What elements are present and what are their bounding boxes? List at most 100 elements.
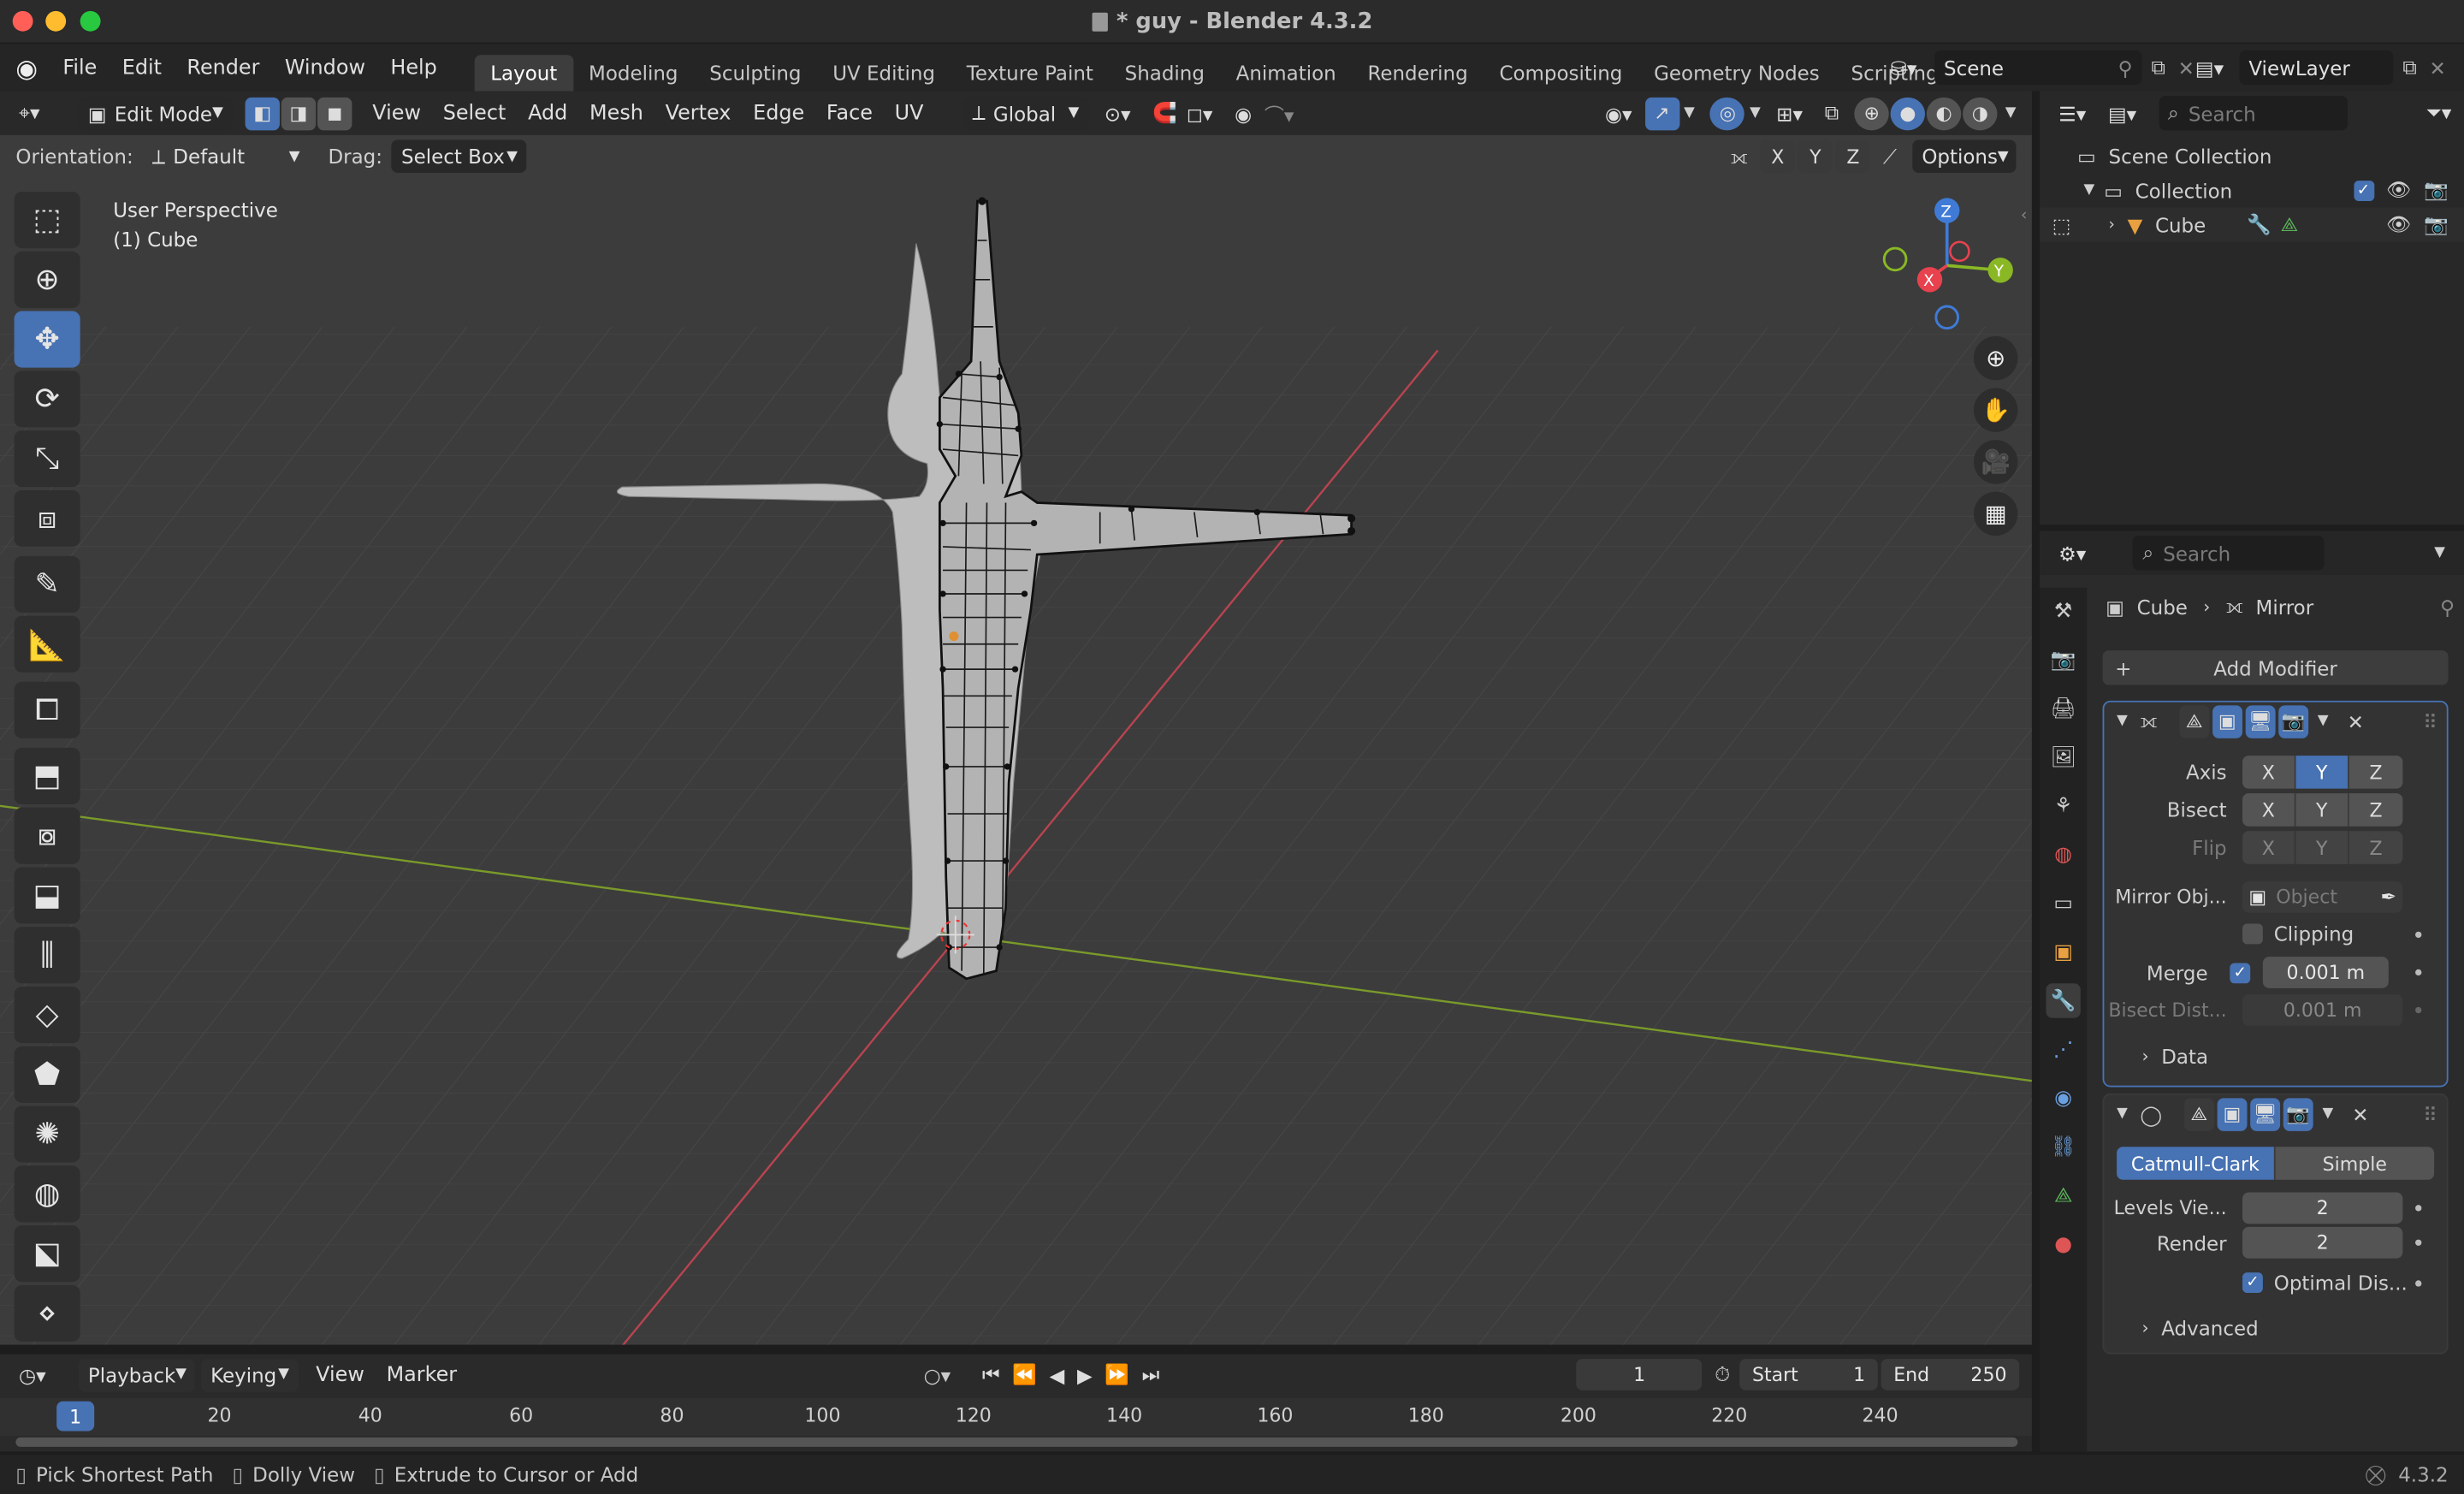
snap-toggle-icon[interactable]: 🧲 xyxy=(1152,101,1177,126)
viewport-display-icon[interactable]: 🖥 xyxy=(2250,1097,2280,1130)
axis-z-toggle[interactable]: Z xyxy=(2348,756,2403,789)
overlay-toggle-icon[interactable]: ◎ xyxy=(1710,96,1745,130)
timeline-menu-marker[interactable]: Marker xyxy=(376,1363,468,1387)
menu-add[interactable]: Add xyxy=(517,101,578,125)
keyframe-dot-icon[interactable] xyxy=(2415,1279,2422,1286)
edit-mode-indicator-icon[interactable]: ⬚ xyxy=(2052,213,2071,237)
select-box-icon[interactable]: ⬚ xyxy=(14,191,80,249)
menu-mesh[interactable]: Mesh xyxy=(578,101,654,125)
3d-viewport[interactable]: ⌖▾ ▣ Edit Mode ▼ ◧ ◨ ◼ View Select Add M… xyxy=(0,91,2032,1345)
frame-ruler[interactable]: 1 20 40 60 80 100 120 140 160 180 200 22… xyxy=(0,1398,2032,1437)
menu-uv[interactable]: UV xyxy=(884,101,935,125)
modifier-wrench-icon[interactable]: 🔧 xyxy=(2247,212,2272,237)
editor-type-icon[interactable]: ⌖▾ xyxy=(19,101,66,126)
rip-tool-icon[interactable]: ⋄ xyxy=(14,1284,80,1342)
menu-view[interactable]: View xyxy=(361,101,431,125)
annotate-tool-icon[interactable]: ✎ xyxy=(14,555,80,614)
menu-select[interactable]: Select xyxy=(432,101,517,125)
chevron-down-icon[interactable]: ▼ xyxy=(2117,714,2128,729)
advanced-subpanel-header[interactable]: › Advanced xyxy=(2104,1317,2446,1341)
current-frame-field[interactable]: 1 xyxy=(1576,1359,1703,1390)
close-window-button[interactable] xyxy=(12,10,33,32)
extrude-tool-icon[interactable]: ⬒ xyxy=(14,747,80,805)
playback-dropdown[interactable]: Playback ▼ xyxy=(78,1358,195,1391)
sidebar-toggle-icon[interactable]: ‹ xyxy=(2021,207,2027,224)
cursor-tool-icon[interactable]: ⊕ xyxy=(14,251,80,308)
physics-tab-icon[interactable]: ◉ xyxy=(2046,1081,2080,1115)
scene-name-field[interactable]: Scene ⚲ xyxy=(1934,50,2142,86)
add-cube-tool-icon[interactable]: ⧠ xyxy=(14,681,80,738)
tab-compositing[interactable]: Compositing xyxy=(1484,54,1638,90)
mirror-object-field[interactable]: ▣ Object ✒ xyxy=(2242,880,2403,913)
playhead[interactable]: 1 xyxy=(56,1401,95,1432)
pivot-point-icon[interactable]: ⊙▾ xyxy=(1105,101,1131,125)
outliner-search-input[interactable]: ⌕ Search xyxy=(2158,95,2348,131)
drag-handle-icon[interactable]: ⠿ xyxy=(2423,1102,2437,1126)
close-icon[interactable]: ✕ xyxy=(2352,1102,2368,1126)
timeline-editor-icon[interactable]: ◷▾ xyxy=(19,1363,69,1387)
mode-dropdown[interactable]: ▣ Edit Mode ▼ xyxy=(78,96,233,130)
bisect-distance-field[interactable]: 0.001 m xyxy=(2242,994,2403,1026)
end-frame-field[interactable]: End 250 xyxy=(1881,1359,2020,1390)
shading-dropdown-icon[interactable]: ▼ xyxy=(2005,105,2017,121)
close-icon[interactable]: ✕ xyxy=(2348,709,2364,733)
tab-sculpting[interactable]: Sculpting xyxy=(694,54,817,90)
camera-view-icon[interactable]: 🎥 xyxy=(1973,440,2018,484)
tab-rendering[interactable]: Rendering xyxy=(1352,54,1484,90)
measure-tool-icon[interactable]: 📐 xyxy=(14,615,80,673)
move-tool-icon[interactable]: ✥ xyxy=(14,311,80,368)
merge-checkbox[interactable]: ✓ xyxy=(2230,962,2251,983)
start-frame-field[interactable]: Start 1 xyxy=(1739,1359,1878,1390)
collection-tab-icon[interactable]: ▭ xyxy=(2046,886,2080,920)
keyframe-dot-icon[interactable] xyxy=(2415,930,2422,938)
optimal-display-checkbox[interactable]: ✓ xyxy=(2242,1272,2263,1293)
tab-animation[interactable]: Animation xyxy=(1220,54,1352,90)
eye-icon[interactable]: 👁 xyxy=(2386,177,2411,202)
overlay-dropdown-icon[interactable]: ▼ xyxy=(1750,105,1761,121)
drag-dropdown[interactable]: Select Box ▼ xyxy=(392,139,527,173)
edit-mode-display-icon[interactable]: ▣ xyxy=(2212,704,2242,738)
merge-distance-field[interactable]: 0.001 m xyxy=(2262,957,2389,988)
camera-icon[interactable]: 📷 xyxy=(2424,212,2449,237)
inset-tool-icon[interactable]: ⧇ xyxy=(14,807,80,864)
gizmo-toggle-icon[interactable]: ↗ xyxy=(1644,96,1679,130)
new-view-layer-icon[interactable]: ⧉ xyxy=(2402,55,2416,80)
mirror-y-toggle[interactable]: Y xyxy=(1798,139,1833,173)
keyframe-dot-icon[interactable] xyxy=(2415,1205,2422,1212)
world-tab-icon[interactable]: ◍ xyxy=(2046,838,2080,872)
object-tab-icon[interactable]: ▣ xyxy=(2046,934,2080,969)
tab-layout[interactable]: Layout xyxy=(474,54,573,91)
chevron-down-icon[interactable]: ▼ xyxy=(2323,1106,2334,1122)
output-tab-icon[interactable]: 🖨 xyxy=(2046,691,2080,726)
blender-logo-icon[interactable]: ◉ xyxy=(15,53,38,83)
visibility-icon[interactable]: ◉▾ xyxy=(1605,101,1632,125)
axis-x-toggle[interactable]: X xyxy=(2242,756,2296,789)
keyframe-dot-icon[interactable] xyxy=(2415,1239,2422,1246)
tab-texture-paint[interactable]: Texture Paint xyxy=(951,54,1109,90)
mirror-x-toggle[interactable]: X xyxy=(1760,139,1795,173)
preview-range-icon[interactable]: ⏱ xyxy=(1715,1362,1730,1387)
bevel-tool-icon[interactable]: ⬓ xyxy=(14,867,80,924)
view-layer-tab-icon[interactable]: 🖼 xyxy=(2046,740,2080,774)
flip-y-toggle[interactable]: Y xyxy=(2295,831,2349,864)
levels-viewport-field[interactable]: 2 xyxy=(2242,1192,2403,1224)
vertex-select-icon[interactable]: ◧ xyxy=(245,96,280,130)
rendered-shading-icon[interactable]: ◑ xyxy=(1963,96,1998,130)
menu-window[interactable]: Window xyxy=(272,56,378,80)
constraints-tab-icon[interactable]: ⛓ xyxy=(2046,1129,2080,1164)
outliner-editor-icon[interactable]: ☰▾ xyxy=(2058,101,2086,125)
keyframe-dot-icon[interactable] xyxy=(2415,969,2422,976)
play-reverse-icon[interactable]: ◀ xyxy=(1050,1363,1065,1387)
transform-orientation-dropdown[interactable]: ⟂ Global ▼ xyxy=(962,96,1089,130)
snap-target-icon[interactable]: ◻▾ xyxy=(1187,101,1213,125)
pin-icon[interactable]: ⚲ xyxy=(2118,56,2133,80)
chevron-down-icon[interactable]: ▼ xyxy=(2117,1106,2128,1122)
particles-tab-icon[interactable]: ⋰ xyxy=(2046,1032,2080,1066)
material-tab-icon[interactable]: ● xyxy=(2046,1227,2080,1261)
tab-uv-editing[interactable]: UV Editing xyxy=(817,54,951,90)
options-dropdown[interactable]: Options ▼ xyxy=(1912,139,2017,173)
tab-shading[interactable]: Shading xyxy=(1109,54,1220,90)
simple-button[interactable]: Simple xyxy=(2275,1147,2435,1180)
navigation-gizmo[interactable]: Z Y X xyxy=(1878,195,2019,336)
material-shading-icon[interactable]: ◐ xyxy=(1926,96,1962,130)
